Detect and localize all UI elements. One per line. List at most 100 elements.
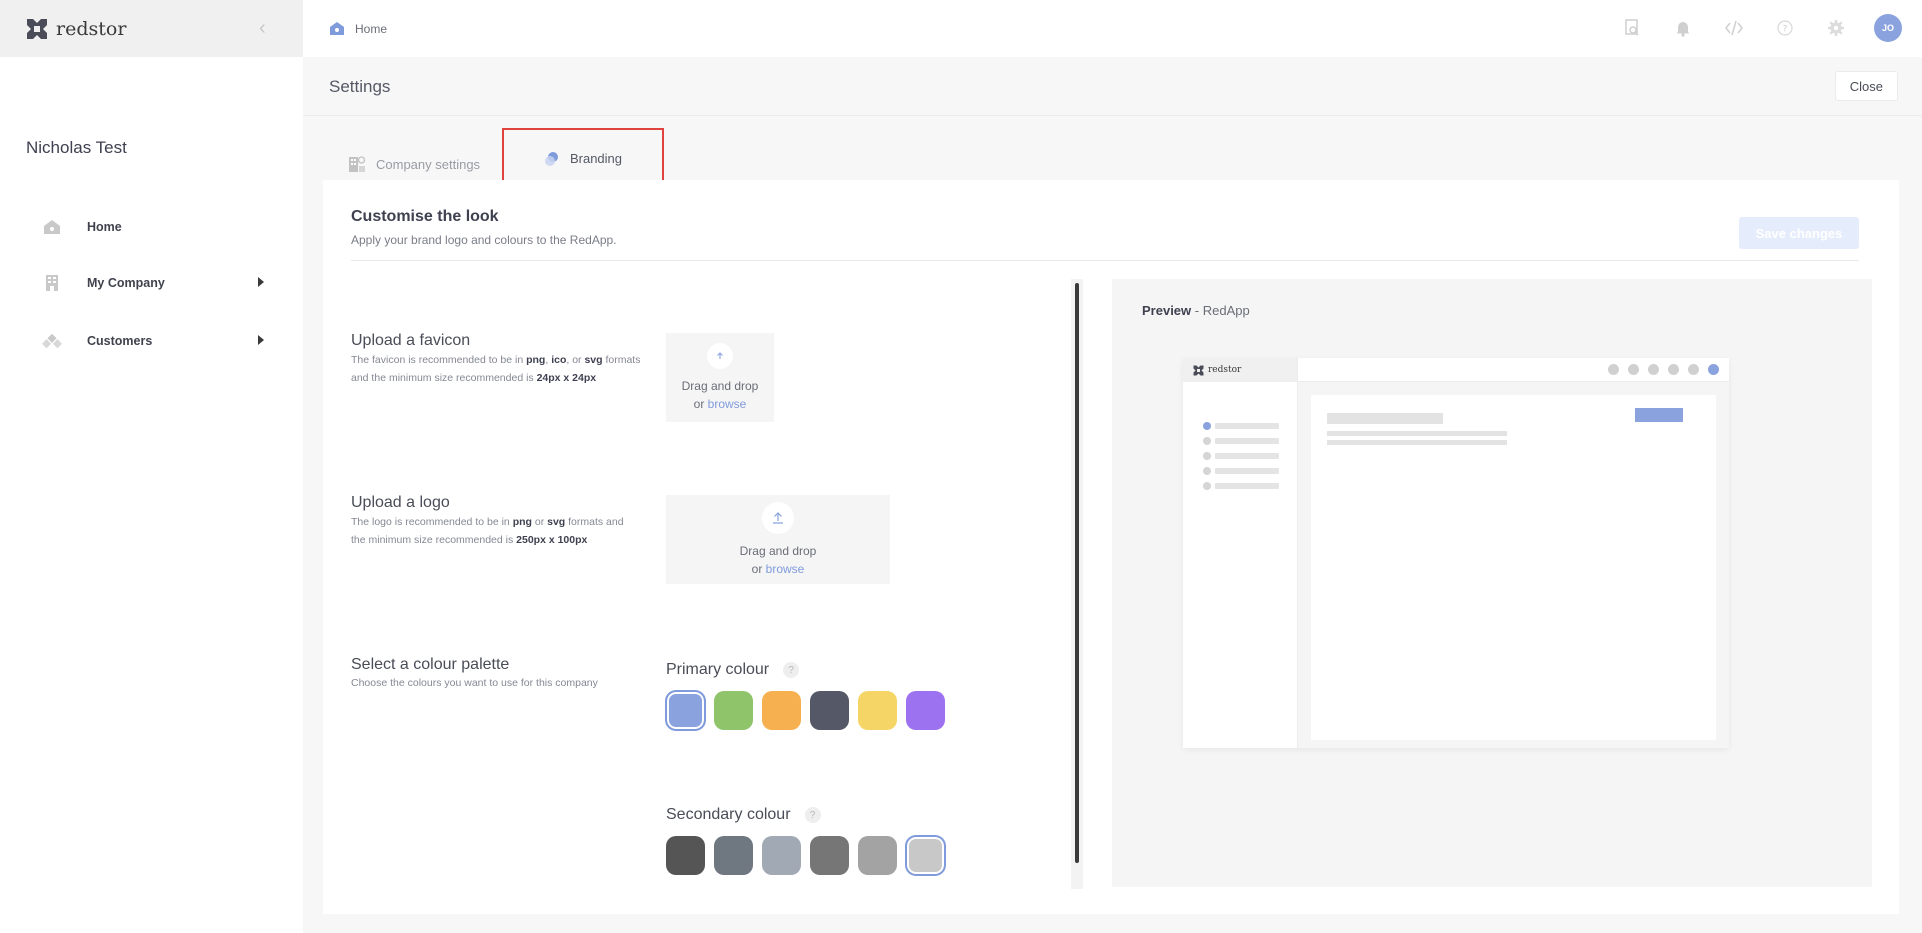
breadcrumb-home[interactable]: Home xyxy=(355,22,387,36)
mock-nav-item xyxy=(1203,482,1279,490)
browse-line: or browse xyxy=(694,395,747,413)
settings-header: Settings Close xyxy=(303,57,1922,116)
divider xyxy=(351,260,1859,261)
preview-sep: - xyxy=(1191,303,1203,318)
scrollbar-thumb[interactable] xyxy=(1075,283,1079,863)
close-button[interactable]: Close xyxy=(1834,71,1898,101)
browse-link[interactable]: browse xyxy=(708,397,747,411)
primary-colour-swatch[interactable] xyxy=(762,691,801,730)
help-icon[interactable]: ? xyxy=(804,807,821,823)
expand-caret-icon[interactable] xyxy=(258,335,264,345)
mock-nav-line xyxy=(1215,453,1279,459)
redstor-logo-icon xyxy=(1193,365,1204,375)
section-heading: Customise the look xyxy=(351,208,499,225)
company-settings-icon xyxy=(349,156,366,172)
favicon-description: The favicon is recommended to be in png,… xyxy=(351,351,641,387)
favicon-sep-2: , or xyxy=(566,354,585,366)
sidebar: redstor ‹ Nicholas Test Home My Company … xyxy=(0,0,303,933)
mock-nav-item xyxy=(1203,437,1279,445)
preview-mockup: redstor xyxy=(1183,358,1729,748)
mock-nav-dot xyxy=(1203,452,1211,460)
secondary-colour-swatch[interactable] xyxy=(762,836,801,875)
collapse-sidebar-icon[interactable]: ‹ xyxy=(259,18,277,38)
mock-nav-line xyxy=(1215,483,1279,489)
top-bar: Home ? JO xyxy=(303,0,1922,57)
or-text: or xyxy=(751,561,766,576)
primary-colour-text: Primary colour xyxy=(666,661,770,678)
format-svg: svg xyxy=(584,354,603,366)
mock-nav-dot xyxy=(1203,482,1211,490)
secondary-colour-swatch[interactable] xyxy=(666,836,705,875)
primary-colour-swatch[interactable] xyxy=(666,691,705,730)
tab-label: Branding xyxy=(569,151,623,166)
format-svg: svg xyxy=(547,516,566,528)
upload-icon xyxy=(707,342,733,369)
mock-nav-dot xyxy=(1203,437,1211,445)
mock-avatar-dot xyxy=(1708,364,1719,375)
scrollbar[interactable] xyxy=(1071,279,1083,889)
expand-caret-icon[interactable] xyxy=(258,277,264,287)
mock-nav-dot xyxy=(1203,422,1211,430)
primary-colour-swatch[interactable] xyxy=(714,691,753,730)
primary-colour-label: Primary colour ? xyxy=(666,661,800,679)
page-title: Settings xyxy=(329,77,391,96)
help-icon[interactable]: ? xyxy=(783,662,800,678)
primary-colour-swatch[interactable] xyxy=(906,691,945,730)
section-subtitle: Apply your brand logo and colours to the… xyxy=(351,233,617,247)
help-icon[interactable]: ? xyxy=(1772,15,1798,41)
mock-text-line xyxy=(1327,440,1507,445)
mock-button xyxy=(1635,408,1683,422)
secondary-colour-label: Secondary colour ? xyxy=(666,806,821,824)
drop-text: Drag and drop xyxy=(681,378,759,393)
browse-link[interactable]: browse xyxy=(766,562,805,576)
primary-swatches xyxy=(666,691,945,730)
mock-nav-item xyxy=(1203,422,1279,430)
primary-colour-swatch[interactable] xyxy=(810,691,849,730)
secondary-colour-swatch[interactable] xyxy=(858,836,897,875)
mock-nav-line xyxy=(1215,438,1279,444)
gear-icon[interactable] xyxy=(1823,15,1849,41)
brand-name: redstor xyxy=(56,17,127,40)
favicon-desc-1: The favicon is recommended to be in xyxy=(351,354,527,366)
brand-logo[interactable]: redstor xyxy=(26,18,126,40)
logo-dropzone[interactable]: Drag and drop or browse xyxy=(666,495,890,584)
mock-sidebar: redstor xyxy=(1183,358,1298,748)
secondary-colour-swatch[interactable] xyxy=(714,836,753,875)
mock-nav-line xyxy=(1215,423,1279,429)
building-icon xyxy=(42,273,62,293)
logo-title: Upload a logo xyxy=(351,494,450,511)
mock-nav-dot xyxy=(1203,467,1211,475)
sidebar-item-my-company[interactable]: My Company xyxy=(42,270,272,296)
tab-company-settings[interactable]: Company settings xyxy=(348,155,480,173)
mock-top-dot xyxy=(1608,364,1619,375)
drop-text: Drag and drop xyxy=(739,543,817,558)
format-ico: ico xyxy=(551,354,567,366)
search-document-icon[interactable] xyxy=(1619,15,1645,41)
format-png: png xyxy=(512,516,532,528)
sidebar-item-label: Customers xyxy=(87,334,153,348)
secondary-swatches xyxy=(666,836,945,875)
preview-label: Preview xyxy=(1142,303,1192,318)
favicon-title: Upload a favicon xyxy=(351,332,471,349)
tab-label: Company settings xyxy=(376,156,481,172)
secondary-colour-swatch[interactable] xyxy=(810,836,849,875)
favicon-dropzone[interactable]: Drag and drop or browse xyxy=(666,333,774,422)
primary-colour-swatch[interactable] xyxy=(858,691,897,730)
top-icons: ? JO xyxy=(1619,14,1902,42)
palette-title: Select a colour palette xyxy=(351,656,510,673)
mock-main xyxy=(1298,382,1729,748)
bell-icon[interactable] xyxy=(1670,15,1696,41)
branding-icon xyxy=(544,151,558,166)
redstor-logo-icon xyxy=(27,18,47,39)
browse-line: or browse xyxy=(752,560,805,578)
company-name: Nicholas Test xyxy=(26,138,127,157)
customers-icon xyxy=(42,331,62,351)
user-avatar[interactable]: JO xyxy=(1874,14,1902,42)
save-changes-button[interactable]: Save changes xyxy=(1739,217,1859,249)
sidebar-item-customers[interactable]: Customers xyxy=(42,328,272,354)
code-icon[interactable] xyxy=(1721,15,1747,41)
mock-top-dot xyxy=(1688,364,1699,375)
sidebar-item-home[interactable]: Home xyxy=(42,214,272,240)
palette-description: Choose the colours you want to use for t… xyxy=(351,677,598,689)
secondary-colour-swatch[interactable] xyxy=(906,836,945,875)
